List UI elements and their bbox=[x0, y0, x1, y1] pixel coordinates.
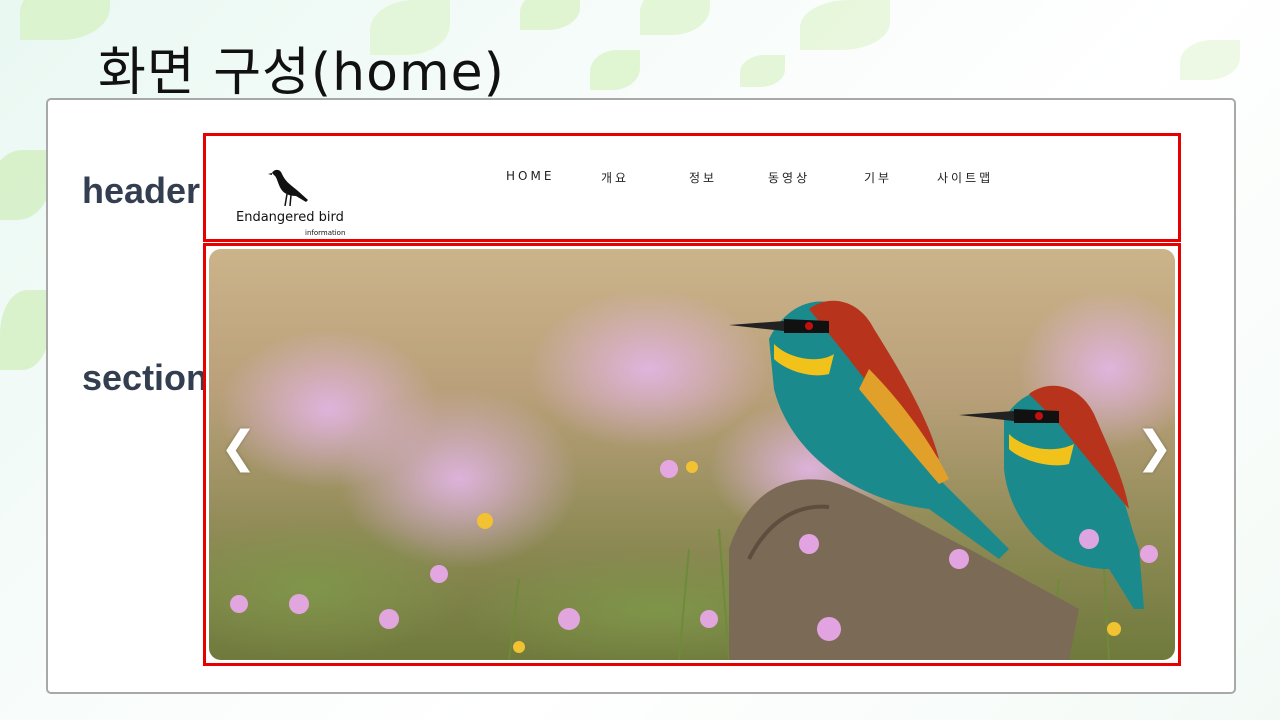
header-label: header bbox=[82, 170, 201, 211]
site-header: Endangered bird information HOME 개요 정보 동… bbox=[203, 133, 1181, 242]
nav-item-overview[interactable]: 개요 bbox=[601, 169, 629, 186]
slider-image bbox=[209, 249, 1175, 660]
nav-item-donate[interactable]: 기부 bbox=[864, 169, 892, 186]
nav-item-home[interactable]: HOME bbox=[506, 169, 554, 183]
decorative-leaf bbox=[740, 55, 785, 87]
slider-prev-button[interactable]: ❮ bbox=[220, 422, 257, 473]
decorative-leaf bbox=[20, 0, 110, 40]
decorative-leaf bbox=[0, 290, 50, 370]
decorative-leaf bbox=[640, 0, 710, 35]
decorative-leaf bbox=[0, 150, 50, 220]
site-section: ❮ ❯ bbox=[203, 243, 1181, 666]
section-label: section bbox=[82, 357, 209, 398]
decorative-leaf bbox=[1180, 40, 1240, 80]
logo-name: Endangered bird bbox=[236, 210, 344, 225]
nav-item-sitemap[interactable]: 사이트맵 bbox=[937, 169, 993, 186]
decorative-leaf bbox=[520, 0, 580, 30]
nav-item-video[interactable]: 동영상 bbox=[768, 169, 810, 186]
slide-title: 화면 구성(home) bbox=[98, 43, 505, 103]
bird-logo-icon bbox=[268, 169, 308, 207]
decorative-leaf bbox=[590, 50, 640, 90]
logo-subtitle: information bbox=[305, 229, 346, 237]
slider-next-button[interactable]: ❯ bbox=[1136, 422, 1173, 473]
nav-item-info[interactable]: 정보 bbox=[689, 169, 717, 186]
site-logo[interactable]: Endangered bird information bbox=[236, 166, 351, 241]
decorative-leaf bbox=[800, 0, 890, 50]
